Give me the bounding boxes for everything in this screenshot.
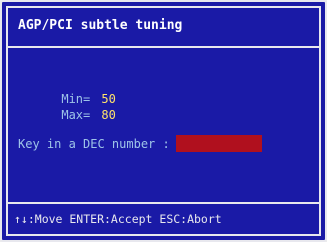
max-label: Max= <box>61 108 91 122</box>
footer-bar: ↑↓:Move ENTER:Accept ESC:Abort <box>8 202 319 234</box>
dec-number-input[interactable] <box>175 135 262 152</box>
dec-prompt: Key in a DEC number : <box>18 136 170 151</box>
max-row: Max= 80 <box>18 94 116 136</box>
dialog-title: AGP/PCI subtle tuning <box>18 18 183 33</box>
max-value: 80 <box>101 108 116 122</box>
key-help: ↑↓:Move ENTER:Accept ESC:Abort <box>14 212 222 226</box>
dialog-frame: AGP/PCI subtle tuning Min= 50 Max= 80 Key … <box>6 6 321 236</box>
prompt-row: Key in a DEC number : <box>18 135 262 152</box>
tuning-dialog: AGP/PCI subtle tuning Min= 50 Max= 80 Key … <box>0 0 327 242</box>
title-bar: AGP/PCI subtle tuning <box>8 8 319 48</box>
